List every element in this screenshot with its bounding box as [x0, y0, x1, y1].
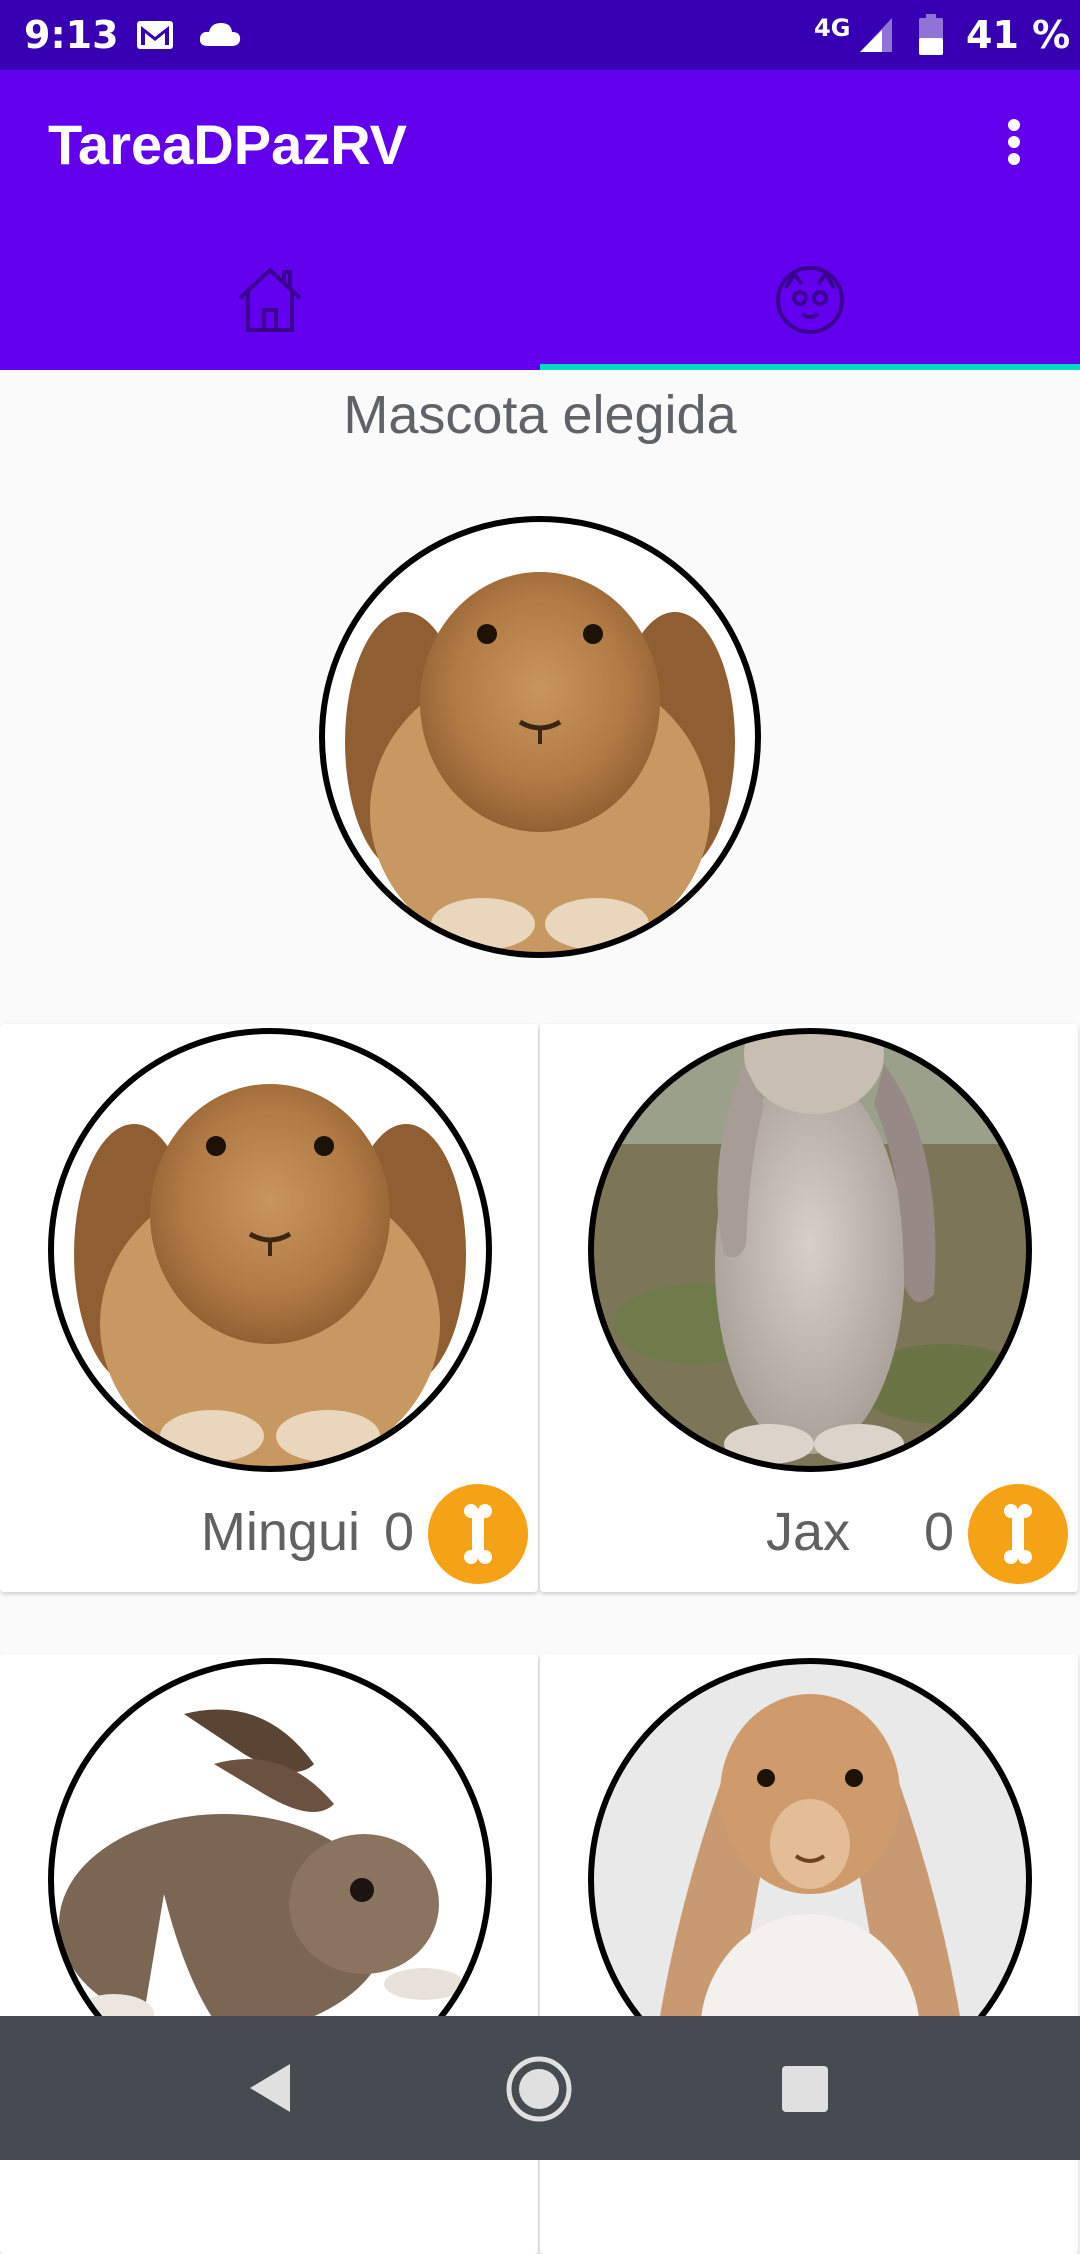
- status-bar: 9:13 4G 41 %: [0, 0, 1080, 70]
- home-circle-icon[interactable]: [504, 2054, 574, 2124]
- like-bone-button[interactable]: [968, 1484, 1068, 1584]
- tab-indicator: [540, 364, 1080, 370]
- bone-icon: [1004, 1504, 1032, 1564]
- chosen-pet-avatar: [319, 516, 761, 958]
- pet-face-icon: [776, 266, 844, 334]
- navigation-bar: [0, 2016, 1080, 2160]
- chosen-pet-title: Mascota elegida: [343, 385, 737, 445]
- pet-likes-count: 0: [924, 1502, 955, 1562]
- network-type: 4G: [814, 14, 851, 42]
- pet-name: Jax: [765, 1502, 850, 1562]
- pet-avatar: [588, 1028, 1032, 1472]
- bone-icon: [464, 1504, 492, 1564]
- app-title: TareaDPazRV: [48, 113, 407, 176]
- pet-card[interactable]: Mingui 0: [0, 1024, 538, 1592]
- gmail-icon: [137, 21, 173, 49]
- signal-icon: [860, 18, 892, 52]
- battery-percentage: 41 %: [966, 13, 1071, 57]
- app-bar: TareaDPazRV: [0, 70, 1080, 370]
- pet-name: Mingui: [200, 1502, 360, 1562]
- back-icon[interactable]: [244, 2060, 294, 2116]
- like-bone-button[interactable]: [428, 1484, 528, 1584]
- cloud-icon: [199, 23, 241, 46]
- overflow-menu-icon[interactable]: [994, 114, 1034, 174]
- pet-card[interactable]: [540, 1654, 1078, 2254]
- recents-icon[interactable]: [782, 2066, 828, 2112]
- battery-icon: [919, 14, 943, 55]
- home-icon: [238, 268, 302, 332]
- pet-card[interactable]: [0, 1654, 538, 2254]
- pet-card[interactable]: Jax 0: [540, 1024, 1078, 1592]
- pet-avatar: [48, 1028, 492, 1472]
- pet-likes-count: 0: [384, 1502, 415, 1562]
- status-time: 9:13: [24, 13, 119, 57]
- tab-home[interactable]: [0, 232, 540, 370]
- tab-pets[interactable]: [540, 232, 1080, 370]
